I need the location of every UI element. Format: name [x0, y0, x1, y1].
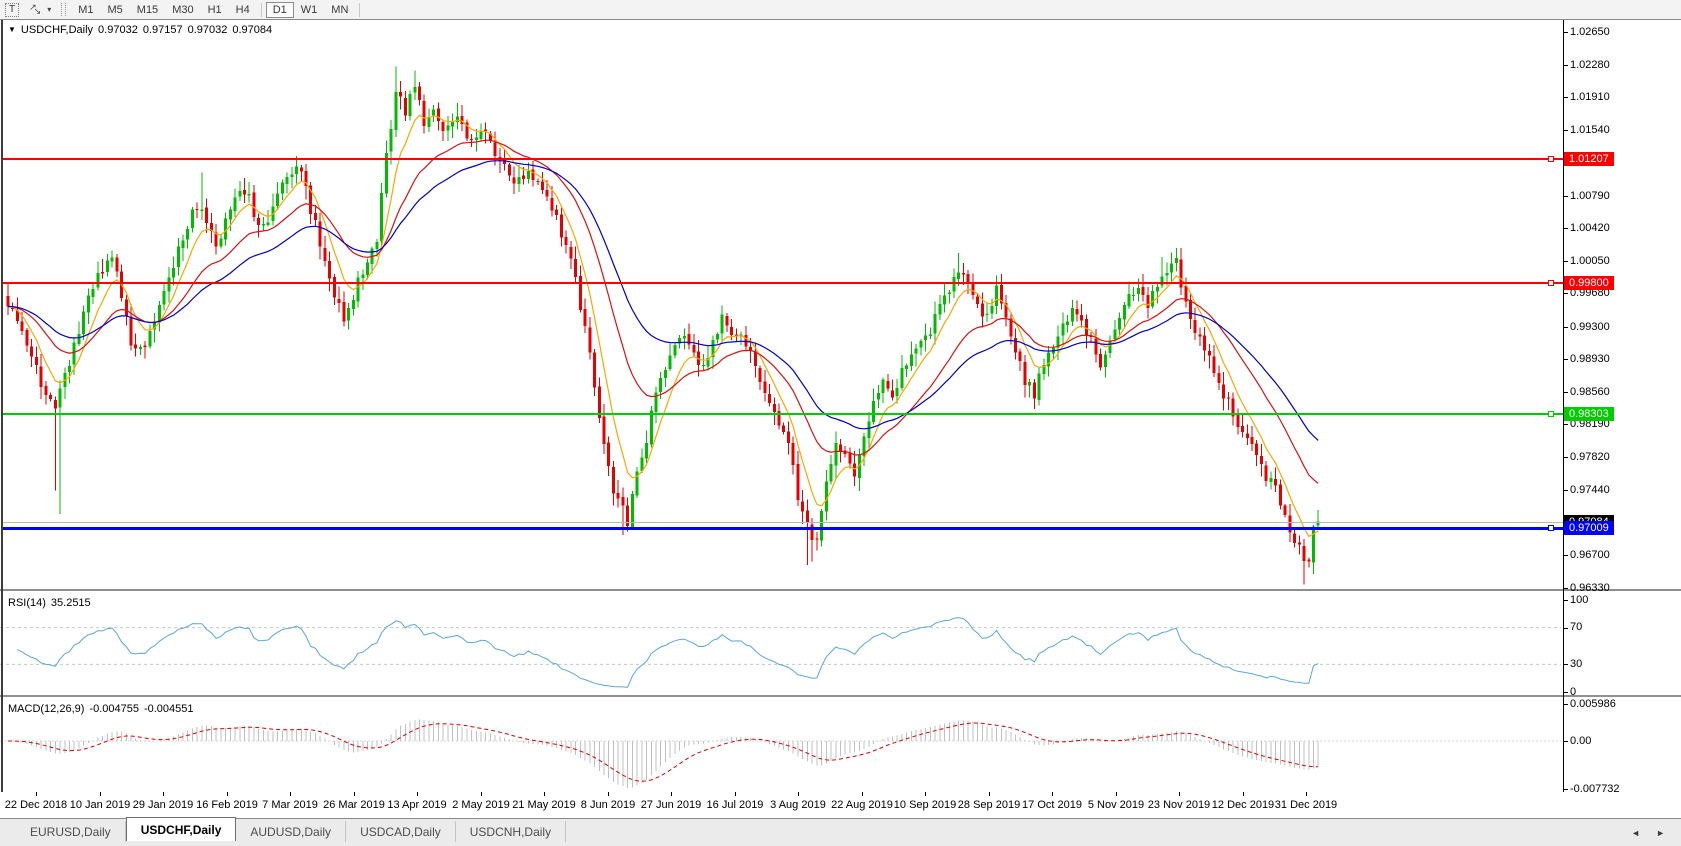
text-label-tool-button[interactable]: T — [1, 1, 23, 18]
toolbar-separator — [359, 3, 360, 17]
tab-audusd-daily[interactable]: AUDUSD,Daily — [236, 821, 346, 842]
rsi-scale-label: 100 — [1570, 594, 1588, 606]
tab-scroll-arrows: ◄ ► — [1631, 828, 1665, 838]
tab-usdchf-daily[interactable]: USDCHF,Daily — [126, 817, 237, 841]
text-tool-icon: T — [5, 3, 19, 17]
date-axis[interactable] — [0, 792, 1681, 818]
rsi-pane[interactable] — [0, 594, 1563, 695]
chart-title: ▼ USDCHF,Daily 0.97032 0.97157 0.97032 0… — [8, 24, 272, 36]
timeframe-m30-button[interactable]: M30 — [165, 2, 200, 18]
ohlc-low: 0.97032 — [188, 24, 228, 36]
macd-name: MACD(12,26,9) — [8, 703, 84, 715]
mt4-chart-window: T ↗ ↘ ▾ M1 M5 M15 M30 H1 H4 D1 W1 MN ▼ U… — [0, 0, 1681, 846]
timeframe-m5-button[interactable]: M5 — [101, 2, 130, 18]
main-price-pane[interactable] — [0, 20, 1563, 589]
rsi-scale-label: 0 — [1570, 686, 1576, 698]
arrow-objects-tool-button[interactable]: ↗ ↘ ▾ — [25, 1, 55, 18]
rsi-chart-canvas — [0, 594, 1563, 695]
candlestick-chart-canvas — [0, 20, 1563, 589]
macd-scale-label: -0.007732 — [1570, 783, 1620, 795]
rsi-value: 35.2515 — [51, 597, 91, 609]
price-scale-border — [1563, 20, 1564, 792]
ohlc-open: 0.97032 — [98, 24, 138, 36]
ohlc-high: 0.97157 — [143, 24, 183, 36]
toolbar: T ↗ ↘ ▾ M1 M5 M15 M30 H1 H4 D1 W1 MN — [0, 0, 1681, 19]
timeframe-d1-button[interactable]: D1 — [266, 2, 294, 18]
ohlc-close: 0.97084 — [232, 24, 272, 36]
chart-tab-bar: EURUSD,Daily USDCHF,Daily AUDUSD,Daily U… — [0, 818, 1681, 846]
timeframe-mn-button[interactable]: MN — [324, 2, 355, 18]
rsi-indicator-label: RSI(14) 35.2515 — [8, 597, 91, 609]
tab-usdcad-daily[interactable]: USDCAD,Daily — [346, 821, 456, 842]
tab-usdcnh-daily[interactable]: USDCNH,Daily — [456, 821, 566, 842]
tab-eurusd-daily[interactable]: EURUSD,Daily — [16, 821, 126, 842]
macd-scale-label: 0.005986 — [1570, 698, 1616, 710]
tab-scroll-right-icon[interactable]: ► — [1656, 828, 1665, 838]
chevron-down-icon: ▾ — [47, 5, 51, 14]
arrow-down-icon: ↘ — [34, 7, 42, 16]
toolbar-separator — [261, 3, 262, 17]
timeframe-m15-button[interactable]: M15 — [130, 2, 165, 18]
rsi-name: RSI(14) — [8, 597, 46, 609]
timeframe-h4-button[interactable]: H4 — [229, 2, 257, 18]
symbol-dropdown-marker-icon: ▼ — [8, 25, 16, 34]
tab-scroll-left-icon[interactable]: ◄ — [1631, 828, 1640, 838]
timeframe-m1-button[interactable]: M1 — [71, 2, 100, 18]
pane-separator[interactable] — [0, 695, 1681, 697]
toolbar-grip — [61, 3, 66, 16]
macd-indicator-label: MACD(12,26,9) -0.004755 -0.004551 — [8, 703, 194, 715]
timeframe-w1-button[interactable]: W1 — [294, 2, 325, 18]
timeframe-h1-button[interactable]: H1 — [201, 2, 229, 18]
rsi-scale-label: 30 — [1570, 658, 1582, 670]
macd-main-value: -0.004755 — [89, 703, 139, 715]
macd-pane[interactable] — [0, 700, 1563, 792]
pane-separator[interactable] — [0, 589, 1681, 591]
macd-signal-value: -0.004551 — [144, 703, 194, 715]
macd-chart-canvas — [0, 700, 1563, 792]
rsi-scale-label: 70 — [1570, 621, 1582, 633]
symbol-name: USDCHF,Daily — [21, 24, 93, 36]
chart-left-border — [1, 20, 3, 792]
macd-scale-label: 0.00 — [1570, 735, 1591, 747]
